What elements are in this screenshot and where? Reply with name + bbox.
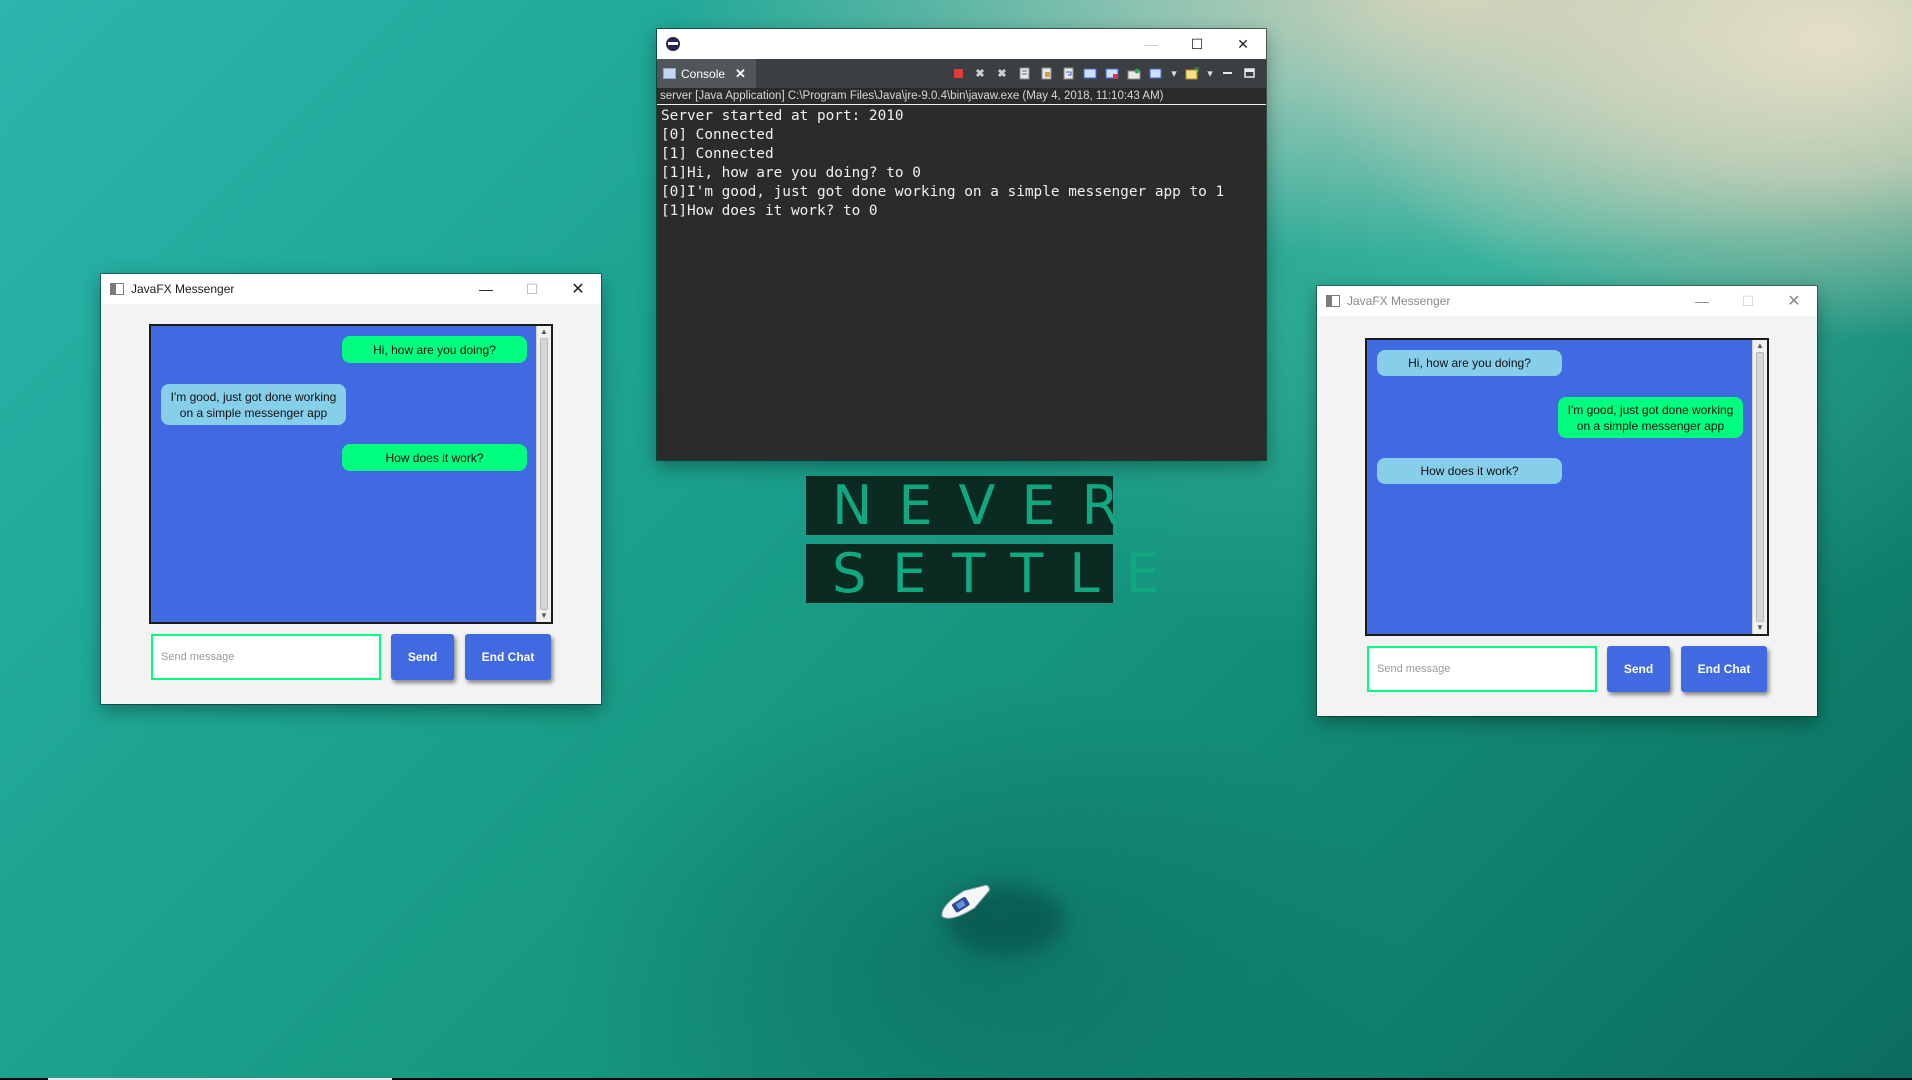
- message-bubble: How does it work?: [342, 444, 527, 471]
- boat-image: [941, 884, 990, 919]
- tab-console[interactable]: Console ✕: [657, 59, 756, 88]
- java-app-icon: [110, 283, 124, 295]
- console-line: [0] Connected: [661, 127, 774, 143]
- console-icon: [663, 68, 676, 79]
- clear-console-icon[interactable]: [1016, 65, 1032, 81]
- scroll-down-icon[interactable]: ▼: [1753, 622, 1767, 634]
- end-chat-button[interactable]: End Chat: [465, 634, 551, 680]
- remove-all-terminated-icon[interactable]: ✖: [994, 65, 1010, 81]
- terminate-icon[interactable]: [950, 65, 966, 81]
- minimize-icon[interactable]: —: [463, 274, 509, 304]
- window-title: JavaFX Messenger: [1347, 294, 1451, 308]
- console-tabbar: Console ✕ ✖ ✖ ▾ ▾: [657, 59, 1266, 88]
- console-line: [1]Hi, how are you doing? to 0: [661, 165, 921, 181]
- console-launch-path: server [Java Application] C:\Program Fil…: [657, 88, 1266, 105]
- scroll-up-icon[interactable]: ▲: [1753, 340, 1767, 352]
- message-bubble: How does it work?: [1377, 458, 1562, 484]
- chat-area[interactable]: Hi, how are you doing? I'm good, just go…: [149, 324, 553, 624]
- maximize-icon[interactable]: ☐: [509, 274, 555, 304]
- scroll-up-icon[interactable]: ▲: [537, 326, 551, 338]
- display-console-icon[interactable]: [1148, 65, 1164, 81]
- scroll-lock-icon[interactable]: [1038, 65, 1054, 81]
- minimize-icon[interactable]: —: [1679, 286, 1725, 316]
- messenger-titlebar[interactable]: JavaFX Messenger — ☐ ✕: [101, 274, 601, 304]
- message-input[interactable]: Send message: [151, 634, 381, 680]
- console-output[interactable]: Server started at port: 2010 [0] Connecte…: [657, 105, 1266, 221]
- close-icon[interactable]: ✕: [1771, 286, 1817, 316]
- chat-scrollbar[interactable]: ▲ ▼: [1752, 340, 1767, 634]
- console-line: Server started at port: 2010: [661, 108, 904, 124]
- word-wrap-icon[interactable]: [1060, 65, 1076, 81]
- maximize-icon[interactable]: ☐: [1725, 286, 1771, 316]
- console-toolbar: ✖ ✖ ▾ ▾: [950, 65, 1258, 81]
- end-chat-button[interactable]: End Chat: [1681, 646, 1767, 692]
- message-input[interactable]: Send message: [1367, 646, 1597, 692]
- message-bubble: I'm good, just got done working on a sim…: [161, 384, 346, 425]
- maximize-icon[interactable]: ☐: [1174, 29, 1220, 59]
- tab-console-label: Console: [681, 66, 726, 81]
- console-window: — ☐ ✕ Console ✕ ✖ ✖ ▾ ▾ server [Java App…: [657, 29, 1266, 460]
- close-icon[interactable]: ✕: [555, 274, 601, 304]
- scroll-down-icon[interactable]: ▼: [537, 610, 551, 622]
- open-console-icon[interactable]: [1184, 65, 1200, 81]
- pin-console-icon[interactable]: [1126, 65, 1142, 81]
- show-on-error-icon[interactable]: [1104, 65, 1120, 81]
- close-tab-icon[interactable]: ✕: [735, 66, 746, 82]
- scrollbar-thumb[interactable]: [540, 338, 548, 610]
- eclipse-icon: [666, 37, 680, 51]
- console-line: [0]I'm good, just got done working on a …: [661, 184, 1225, 200]
- logo-line-settle: SETTLE: [806, 544, 1160, 603]
- chat-area[interactable]: Hi, how are you doing? I'm good, just go…: [1365, 338, 1769, 636]
- java-app-icon: [1326, 295, 1340, 307]
- minimize-view-icon[interactable]: [1220, 65, 1236, 81]
- close-icon[interactable]: ✕: [1220, 29, 1266, 59]
- chevron-down-icon[interactable]: ▾: [1170, 65, 1178, 81]
- console-titlebar[interactable]: — ☐ ✕: [657, 29, 1266, 59]
- message-bubble: Hi, how are you doing?: [1377, 350, 1562, 376]
- never-settle-logo: NEVER SETTLE: [806, 476, 1160, 603]
- console-line: [1] Connected: [661, 146, 774, 162]
- remove-launch-icon[interactable]: ✖: [972, 65, 988, 81]
- message-bubble: Hi, how are you doing?: [342, 336, 527, 363]
- messenger-titlebar[interactable]: JavaFX Messenger — ☐ ✕: [1317, 286, 1817, 316]
- messenger-window-left: JavaFX Messenger — ☐ ✕ Hi, how are you d…: [101, 274, 601, 704]
- send-button[interactable]: Send: [1607, 646, 1670, 692]
- scrollbar-thumb[interactable]: [1756, 352, 1764, 622]
- minimize-icon[interactable]: —: [1128, 29, 1174, 59]
- chat-scrollbar[interactable]: ▲ ▼: [536, 326, 551, 622]
- window-title: JavaFX Messenger: [131, 282, 235, 296]
- logo-line-never: NEVER: [806, 476, 1119, 535]
- messenger-window-right: JavaFX Messenger — ☐ ✕ Hi, how are you d…: [1317, 286, 1817, 716]
- send-button[interactable]: Send: [391, 634, 454, 680]
- console-line: [1]How does it work? to 0: [661, 203, 878, 219]
- chevron-down-icon[interactable]: ▾: [1206, 65, 1214, 81]
- maximize-view-icon[interactable]: [1242, 65, 1258, 81]
- message-bubble: I'm good, just got done working on a sim…: [1558, 397, 1743, 438]
- show-on-output-icon[interactable]: [1082, 65, 1098, 81]
